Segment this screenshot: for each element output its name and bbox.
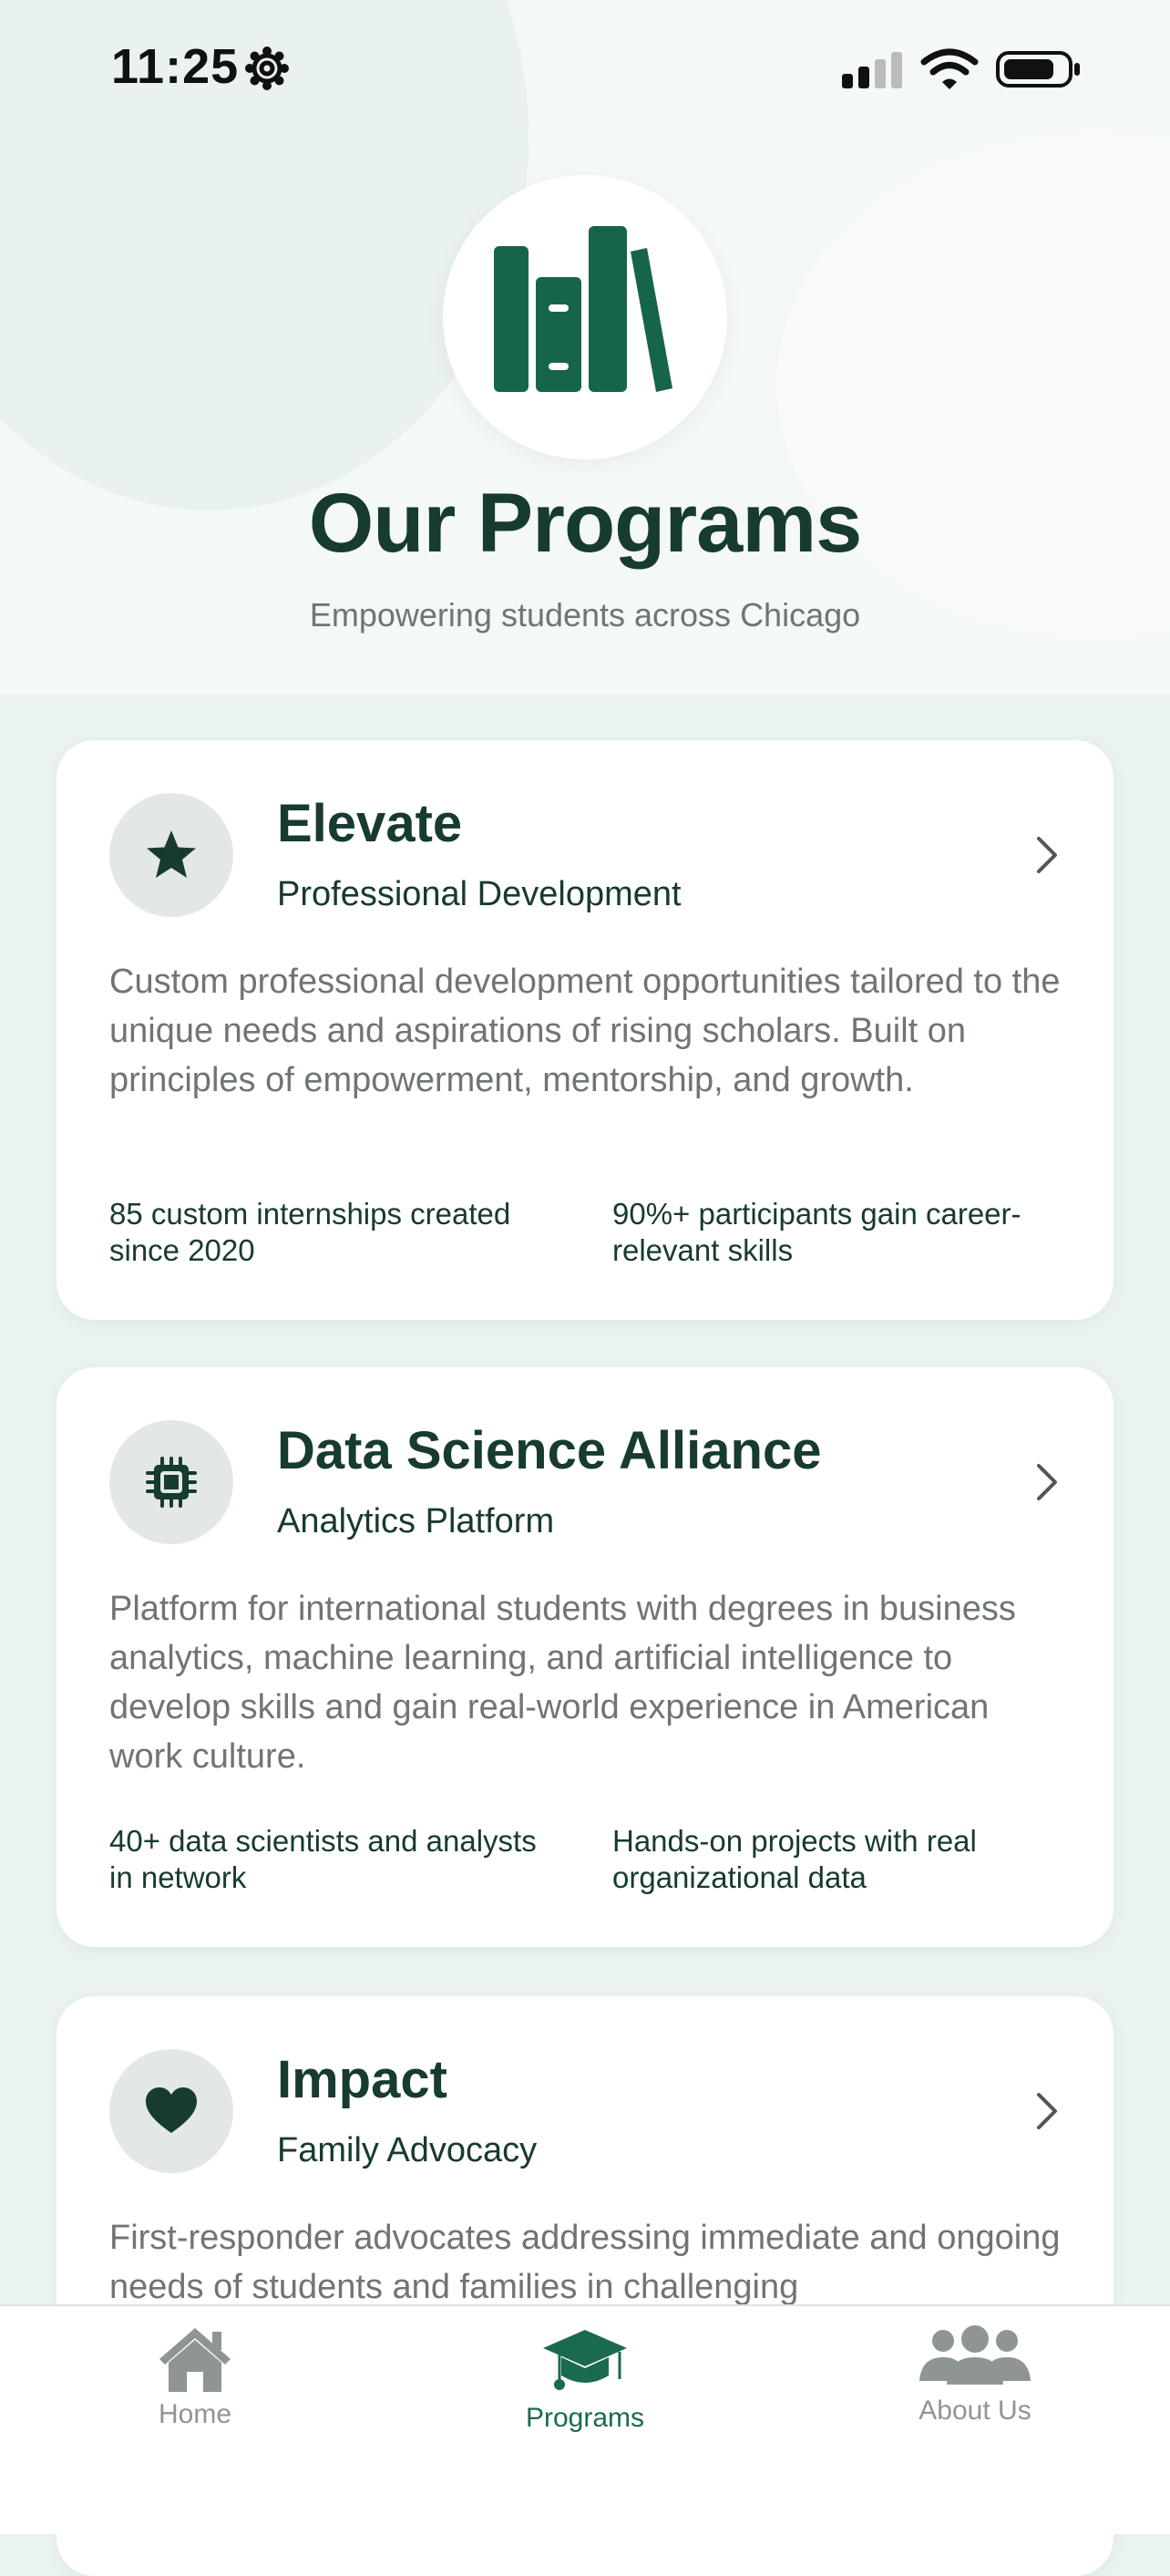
chip-icon	[146, 1457, 197, 1508]
house-icon	[159, 2328, 231, 2392]
status-bar: 11:25	[0, 0, 1170, 137]
program-description: Platform for international students with…	[109, 1590, 1016, 1776]
star-icon	[147, 830, 196, 878]
program-subtitle: Family Advocacy	[277, 2131, 538, 2169]
tab-label: Programs	[525, 2403, 645, 2433]
program-stat: 90%+ participants gain career-relevant s…	[612, 1197, 1021, 1267]
status-time: 11:25	[111, 39, 240, 94]
program-subtitle: Analytics Platform	[277, 1502, 555, 1540]
cellular-signal-icon	[842, 52, 902, 88]
heart-icon	[146, 2087, 197, 2133]
bottom-tab-bar: Home Programs About Us	[0, 2304, 1170, 2534]
battery-icon	[996, 51, 1080, 88]
program-description: Custom professional development opportun…	[109, 963, 1061, 1099]
program-stat: 85 custom internships created since 2020	[109, 1197, 511, 1267]
tab-programs[interactable]: Programs	[476, 2324, 694, 2452]
program-icon-badge	[109, 793, 233, 917]
header-hero: 11:25 Our Programs Empowering students a…	[0, 0, 1170, 695]
page-title: Our Programs	[308, 477, 863, 570]
wifi-icon	[920, 48, 979, 89]
program-stat: 40+ data scientists and analysts in netw…	[109, 1824, 537, 1894]
tab-about-us[interactable]: About Us	[866, 2324, 1084, 2452]
people-icon	[919, 2325, 1031, 2385]
program-title: Elevate	[277, 794, 463, 853]
program-card-elevate[interactable]: Elevate Professional Development Custom …	[56, 740, 1114, 1320]
tab-label: About Us	[919, 2396, 1031, 2426]
program-icon-badge	[109, 1420, 233, 1544]
chevron-right-icon[interactable]	[1030, 1458, 1062, 1506]
program-description: First-responder advocates addressing imm…	[109, 2219, 1061, 2306]
books-icon	[494, 226, 672, 392]
chevron-right-icon[interactable]	[1030, 2087, 1062, 2135]
tab-label: Home	[158, 2399, 232, 2429]
program-icon-badge	[109, 2049, 233, 2173]
program-card-data-science-alliance[interactable]: Data Science Alliance Analytics Platform…	[56, 1367, 1114, 1947]
program-title: Data Science Alliance	[277, 1421, 822, 1480]
program-subtitle: Professional Development	[277, 875, 682, 913]
program-stat: Hands-on projects with real organization…	[612, 1824, 977, 1894]
chevron-right-icon[interactable]	[1030, 831, 1062, 879]
graduation-cap-icon	[543, 2330, 627, 2390]
tab-home[interactable]: Home	[86, 2324, 304, 2452]
settings-gear-icon	[245, 46, 289, 90]
page-subtitle: Empowering students across Chicago	[309, 596, 861, 634]
logo-badge	[443, 175, 727, 459]
program-title: Impact	[277, 2050, 447, 2109]
